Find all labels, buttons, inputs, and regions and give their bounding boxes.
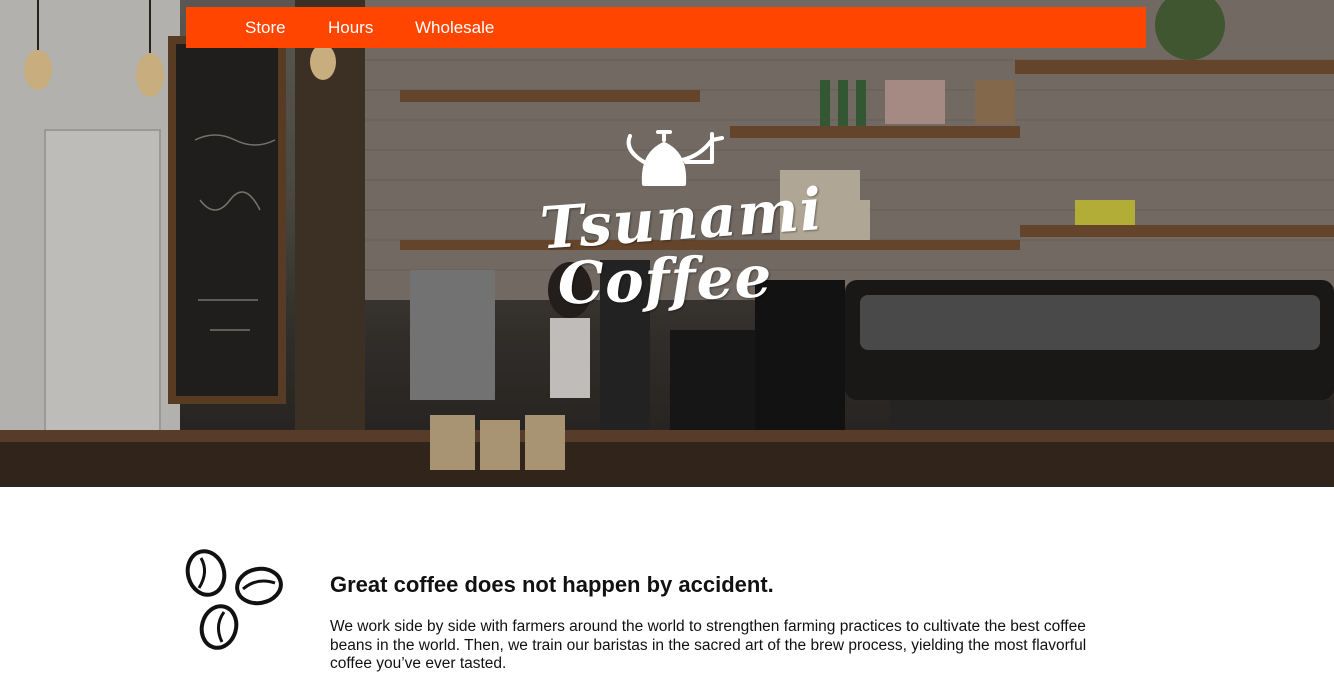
top-nav-bar: Store Hours Wholesale — [186, 7, 1146, 48]
nav-link-wholesale[interactable]: Wholesale — [415, 18, 494, 38]
brand-logo: Tsunami Coffee — [538, 126, 825, 318]
intro-heading: Great coffee does not happen by accident… — [330, 572, 774, 597]
hero-banner: Store Hours Wholesale Tsunami Coffee — [0, 0, 1334, 487]
coffee-beans-icon — [185, 549, 283, 650]
intro-paragraph: We work side by side with farmers around… — [330, 618, 1087, 672]
nav-link-store[interactable]: Store — [245, 18, 286, 38]
logo-text-coffee: Coffee — [556, 242, 774, 318]
kettle-icon — [626, 130, 724, 186]
nav-link-hours[interactable]: Hours — [328, 18, 373, 38]
